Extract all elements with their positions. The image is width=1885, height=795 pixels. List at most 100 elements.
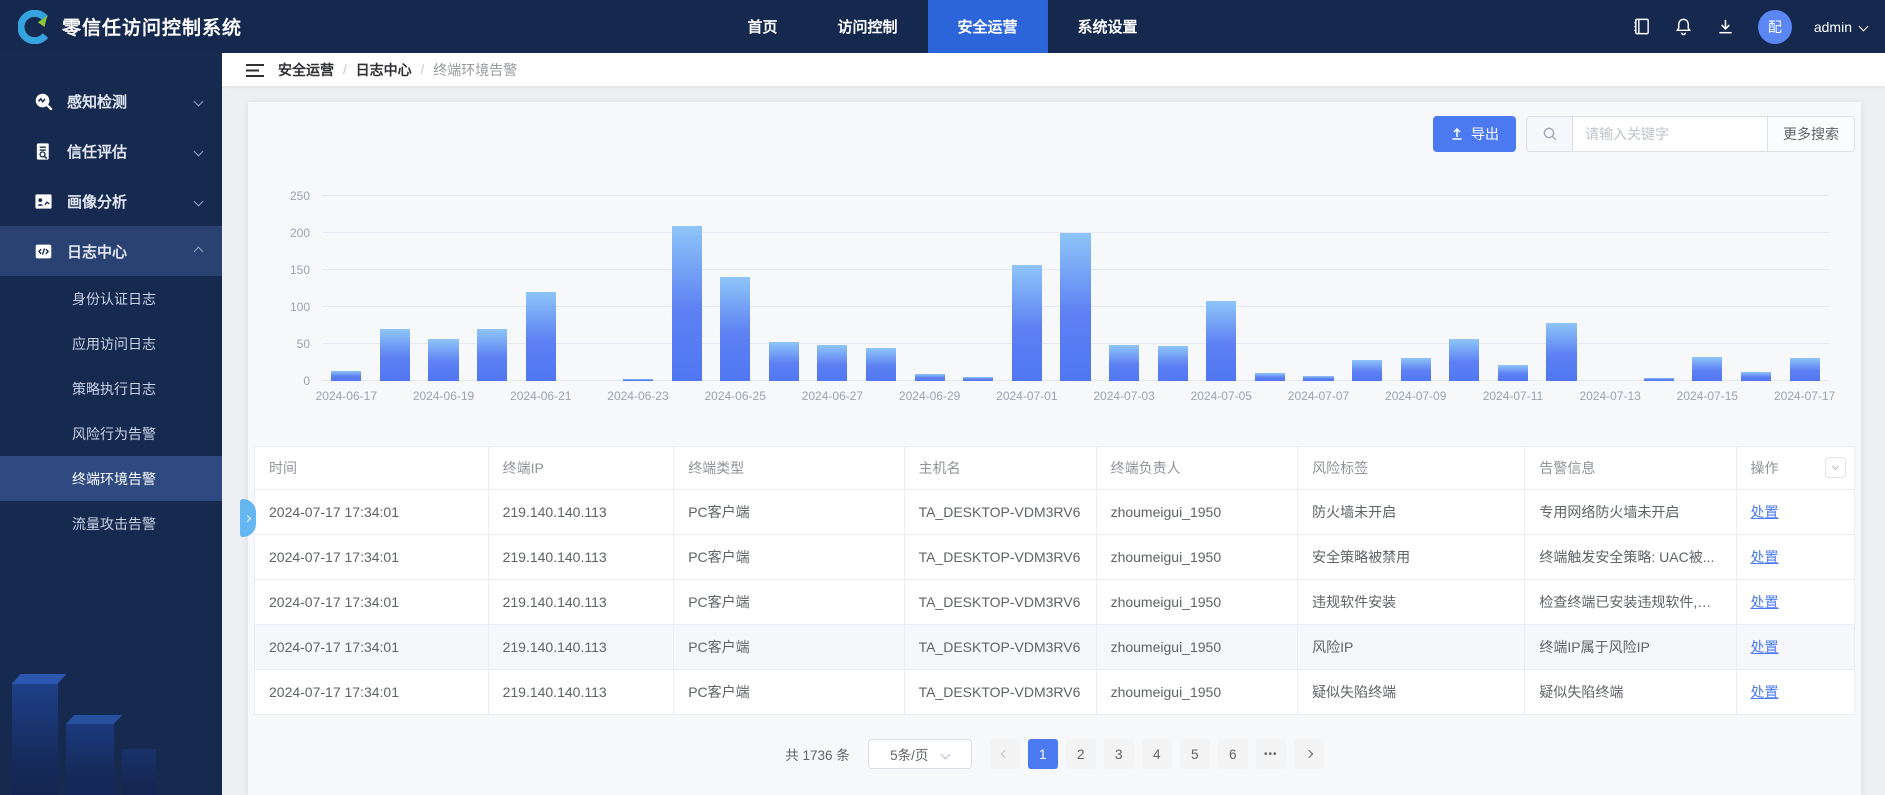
notification-bell-icon[interactable] <box>1674 17 1694 37</box>
breadcrumb-separator: / <box>421 62 425 77</box>
top-right-actions: 配 admin <box>1632 10 1867 44</box>
more-search-button[interactable]: 更多搜索 <box>1767 117 1854 151</box>
cell-ip: 219.140.140.113 <box>488 625 674 670</box>
chart-x-tick: 2024-07-17 <box>1780 389 1829 403</box>
search-input[interactable] <box>1573 117 1767 151</box>
cell-type: PC客户端 <box>674 535 904 580</box>
sidebar-collapse-icon[interactable] <box>246 63 264 77</box>
user-menu[interactable]: admin <box>1814 19 1867 35</box>
sidebar-group-label: 日志中心 <box>67 241 127 262</box>
chart-x-tick: 2024-06-27 <box>808 389 857 403</box>
brand: 零信任访问控制系统 <box>18 10 242 44</box>
chart-bar-2024-07-01 <box>1012 265 1042 381</box>
cell-owner: zhoumeigui_1950 <box>1096 580 1298 625</box>
more-pages-button[interactable]: ••• <box>1256 739 1286 769</box>
column-header-时间: 时间 <box>255 447 489 490</box>
cell-message: 检查终端已安装违规软件,黑... <box>1525 580 1736 625</box>
cell-risk: 防火墙未开启 <box>1298 490 1525 535</box>
main-content: 安全运营 / 日志中心 / 终端环境告警 导出 <box>222 53 1885 795</box>
chart-bar-slot <box>322 371 371 381</box>
nav-item-2[interactable]: 访问控制 <box>807 0 927 53</box>
cell-host: TA_DESKTOP-VDM3RV6 <box>904 490 1096 535</box>
column-header-主机名: 主机名 <box>904 447 1096 490</box>
handle-link[interactable]: 处置 <box>1751 549 1779 565</box>
chart-bar-slot <box>662 226 711 381</box>
handle-link[interactable]: 处置 <box>1751 684 1779 700</box>
chart-bar-slot <box>1294 376 1343 381</box>
column-settings-button[interactable] <box>1825 457 1846 478</box>
sidebar-group-1[interactable]: 感知检测 <box>0 76 222 126</box>
chart-x-tick: 2024-07-01 <box>1003 389 1052 403</box>
sidebar-group-3[interactable]: 画像分析 <box>0 176 222 226</box>
handle-link[interactable]: 处置 <box>1751 594 1779 610</box>
cell-action: 处置 <box>1736 535 1854 580</box>
sidebar-group-4[interactable]: 日志中心 <box>0 226 222 276</box>
chart-x-tick: 2024-06-17 <box>322 389 371 403</box>
page-size-select[interactable]: 5条/页 <box>868 739 972 769</box>
export-icon <box>1450 127 1464 141</box>
handle-link[interactable]: 处置 <box>1751 639 1779 655</box>
chart-bar-2024-06-25 <box>720 277 750 381</box>
prev-page-button[interactable] <box>990 739 1020 769</box>
search-group: 更多搜索 <box>1526 116 1855 152</box>
page-button-1[interactable]: 1 <box>1028 739 1058 769</box>
cell-host: TA_DESKTOP-VDM3RV6 <box>904 535 1096 580</box>
page-button-6[interactable]: 6 <box>1218 739 1248 769</box>
chart-bar-2024-07-02 <box>1060 233 1090 381</box>
chart-y-tick-label: 150 <box>290 263 310 277</box>
page-button-5[interactable]: 5 <box>1180 739 1210 769</box>
breadcrumb-item[interactable]: 日志中心 <box>356 60 412 80</box>
sidebar-item-风险行为告警[interactable]: 风险行为告警 <box>0 411 222 456</box>
nav-item-1[interactable]: 首页 <box>717 0 807 53</box>
top-menu: 首页访问控制安全运营系统设置 <box>717 0 1167 53</box>
chevron-down-icon <box>194 146 204 156</box>
sidebar-item-身份认证日志[interactable]: 身份认证日志 <box>0 276 222 321</box>
nav-item-4[interactable]: 系统设置 <box>1048 0 1168 53</box>
chart-bar-slot <box>1634 378 1683 381</box>
page-button-3[interactable]: 3 <box>1104 739 1134 769</box>
chart-bar-slot <box>1100 345 1149 381</box>
chart-bar-2024-06-26 <box>769 342 799 381</box>
chart-bar-2024-07-14 <box>1644 378 1674 381</box>
chevron-down-icon <box>941 749 951 759</box>
handle-link[interactable]: 处置 <box>1751 504 1779 520</box>
chart-bar-2024-07-07 <box>1303 376 1333 381</box>
chart-bar-slot <box>1780 358 1829 381</box>
journal-icon[interactable] <box>1632 17 1652 37</box>
page-button-2[interactable]: 2 <box>1066 739 1096 769</box>
export-button[interactable]: 导出 <box>1433 116 1516 152</box>
cell-time: 2024-07-17 17:34:01 <box>255 670 489 715</box>
chart-x-tick: 2024-07-05 <box>1197 389 1246 403</box>
sidebar-item-终端环境告警[interactable]: 终端环境告警 <box>0 456 222 501</box>
sidebar-group-2[interactable]: 信任评估 <box>0 126 222 176</box>
page-button-4[interactable]: 4 <box>1142 739 1172 769</box>
cell-message: 疑似失陷终端 <box>1525 670 1736 715</box>
chart-bar-slot <box>1732 372 1781 381</box>
chart-y-tick-label: 200 <box>290 226 310 240</box>
avatar[interactable]: 配 <box>1758 10 1792 44</box>
download-icon[interactable] <box>1716 17 1736 37</box>
total-count: 共 1736 条 <box>785 744 850 764</box>
sidebar-item-流量攻击告警[interactable]: 流量攻击告警 <box>0 501 222 546</box>
sidebar-item-应用访问日志[interactable]: 应用访问日志 <box>0 321 222 366</box>
chart-bar-slot <box>808 345 857 381</box>
log-center-icon <box>34 242 53 261</box>
chart-bar-slot <box>1489 365 1538 381</box>
table-row-2: 2024-07-17 17:34:01219.140.140.113PC客户端T… <box>255 535 1855 580</box>
next-page-button[interactable] <box>1294 739 1324 769</box>
column-header-终端负责人: 终端负责人 <box>1096 447 1298 490</box>
search-icon[interactable] <box>1527 117 1573 151</box>
cell-risk: 风险IP <box>1298 625 1525 670</box>
chart-x-tick: 2024-06-25 <box>711 389 760 403</box>
cell-host: TA_DESKTOP-VDM3RV6 <box>904 670 1096 715</box>
chart-bar-2024-06-20 <box>477 329 507 381</box>
chart-bar-slot <box>371 329 420 381</box>
cell-type: PC客户端 <box>674 490 904 535</box>
breadcrumb-item[interactable]: 安全运营 <box>278 60 334 80</box>
chart-bar-slot <box>711 277 760 381</box>
drawer-expand-handle[interactable] <box>240 499 256 537</box>
sidebar-item-策略执行日志[interactable]: 策略执行日志 <box>0 366 222 411</box>
chart-bar-slot <box>1537 323 1586 381</box>
chevron-down-icon <box>194 96 204 106</box>
nav-item-3[interactable]: 安全运营 <box>928 0 1048 53</box>
